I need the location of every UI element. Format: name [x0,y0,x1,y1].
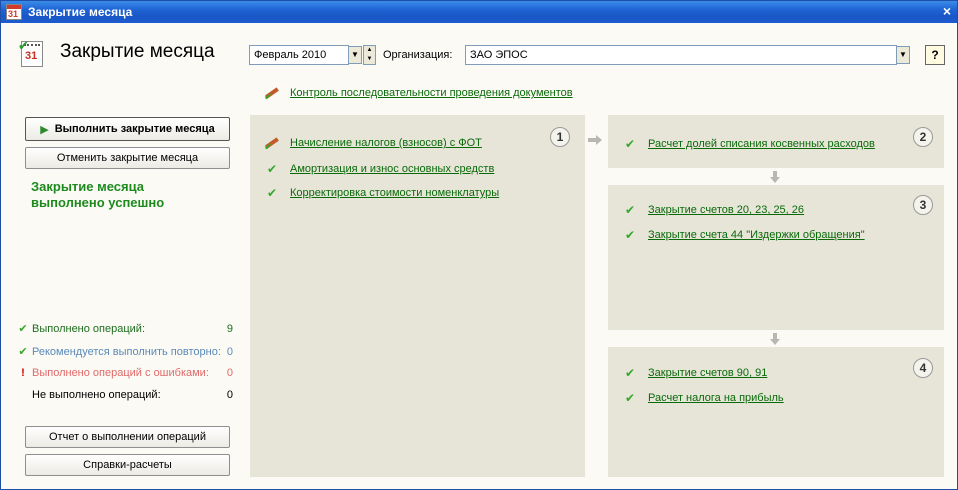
control-row: ✔ Контроль последовательности проведения… [264,87,573,103]
edit-check-icon: ✔ [264,87,280,103]
step1-row: ✔ Начисление налогов (взносов) с ФОТ [264,137,482,153]
period-dropdown-icon[interactable]: ▼ [348,46,362,64]
close-icon[interactable]: × [943,3,951,19]
step-badge-1: 1 [550,127,570,147]
step3-row: ✔ Закрытие счета 44 "Издержки обращения" [622,228,865,242]
window-title: Закрытие месяца [28,5,133,19]
play-icon: ▶ [40,123,49,136]
arrow-down-icon [770,171,780,183]
step2-row: ✔ Расчет долей списания косвенных расход… [622,137,875,151]
period-spinner[interactable]: ▲ ▼ [363,45,376,65]
close-accounts-90-link[interactable]: Закрытие счетов 90, 91 [648,367,767,379]
step4-row: ✔ Расчет налога на прибыль [622,391,784,405]
taxes-fot-link[interactable]: Начисление налогов (взносов) с ФОТ [290,137,482,149]
step-badge-4: 4 [913,358,933,378]
close-accounts-20-link[interactable]: Закрытие счетов 20, 23, 25, 26 [648,204,804,216]
calendar-icon: 31 ✔ [18,38,43,67]
stat-repeat: ✔ Рекомендуется выполнить повторно: 0 [18,345,233,359]
check-icon: ✔ [266,162,278,176]
check-icon: ✔ [18,323,28,335]
step1-row: ✔ Корректировка стоимости номенклатуры [264,186,499,200]
stat-done: ✔ Выполнено операций: 9 [18,322,233,336]
exclamation-icon: ! [21,367,25,379]
stat-errors: ! Выполнено операций с ошибками: 0 [17,367,233,379]
calc-button[interactable]: Справки-расчеты [25,454,230,476]
page-title: Закрытие месяца [60,41,215,62]
org-select[interactable]: ЗАО ЭПОС [465,45,897,65]
check-icon: ✔ [624,137,636,151]
arrow-down-icon [770,333,780,345]
check-icon: ✔ [624,366,636,380]
step-badge-3: 3 [913,195,933,215]
check-icon: ✔ [18,346,28,358]
depreciation-link[interactable]: Амортизация и износ основных средств [290,163,494,175]
cancel-closing-button[interactable]: Отменить закрытие месяца [25,147,230,169]
calendar-app-icon: 31 [6,4,22,20]
check-icon: ✔ [624,228,636,242]
close-account-44-link[interactable]: Закрытие счета 44 "Издержки обращения" [648,229,865,241]
run-closing-button[interactable]: ▶ Выполнить закрытие месяца [25,117,230,141]
check-icon: ✔ [624,391,636,405]
check-icon: ✔ [624,203,636,217]
main-content: 31 ✔ Закрытие месяца Февраль 2010 ▼ ▲ ▼ О… [1,23,957,489]
cost-adjustment-link[interactable]: Корректировка стоимости номенклатуры [290,187,499,199]
profit-tax-link[interactable]: Расчет налога на прибыль [648,392,784,404]
check-icon: ✔ [266,186,278,200]
step3-row: ✔ Закрытие счетов 20, 23, 25, 26 [622,203,804,217]
arrow-right-icon [588,135,602,145]
period-input[interactable]: Февраль 2010 [249,45,349,65]
control-sequence-link[interactable]: Контроль последовательности проведения д… [290,87,573,99]
edit-check-icon: ✔ [264,137,280,153]
stat-not-done: Не выполнено операций: 0 [32,389,233,401]
step4-row: ✔ Закрытие счетов 90, 91 [622,366,767,380]
status-message: Закрытие месяца выполнено успешно [31,179,165,210]
step1-row: ✔ Амортизация и износ основных средств [264,162,494,176]
org-dropdown-icon[interactable]: ▼ [896,46,910,64]
step-badge-2: 2 [913,127,933,147]
help-button[interactable]: ? [925,45,945,65]
app-window: 31 Закрытие месяца × 31 ✔ Закрытие месяц… [0,0,958,490]
org-label: Организация: [383,49,453,61]
indirect-costs-link[interactable]: Расчет долей списания косвенных расходов [648,138,875,150]
report-button[interactable]: Отчет о выполнении операций [25,426,230,448]
title-bar: 31 Закрытие месяца × [1,1,957,23]
